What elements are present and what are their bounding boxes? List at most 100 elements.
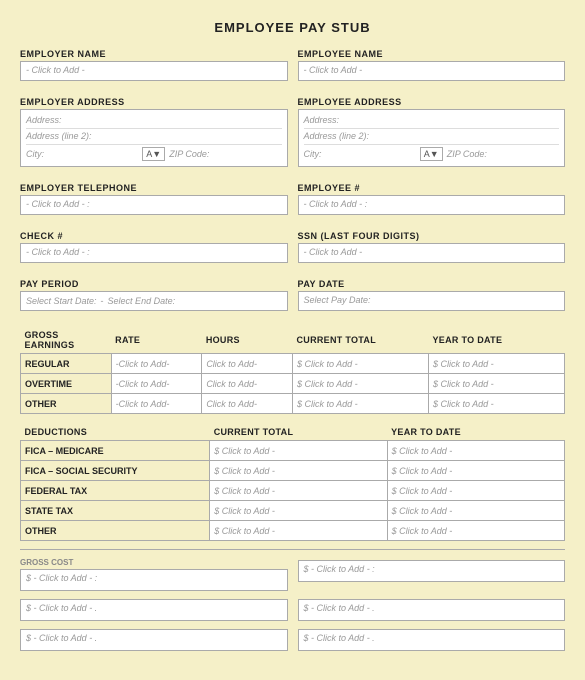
ded-current-cell[interactable]: $ Click to Add -: [210, 461, 387, 481]
employee-address-group: EMPLOYEE ADDRESS Address: Address (line …: [298, 97, 566, 167]
gross-earnings-header: GROSS EARNINGS: [21, 327, 112, 354]
pay-period-group: PAY PERIOD Select Start Date: - Select E…: [20, 279, 288, 311]
page-title: EMPLOYEE PAY STUB: [20, 20, 565, 35]
totals-row-1: GROSS COST $ - Click to Add - : $ - Clic…: [20, 558, 565, 591]
employee-city-zip: City: A ▼ ZIP Code:: [304, 145, 560, 163]
employee-number-label: EMPLOYEE #: [298, 183, 566, 193]
gross-rate-cell[interactable]: -Click to Add-: [111, 354, 202, 374]
employer-name-group: EMPLOYER NAME - Click to Add -: [20, 49, 288, 81]
gross-row-label: OTHER: [21, 394, 112, 414]
totals-section: GROSS COST $ - Click to Add - : $ - Clic…: [20, 549, 565, 651]
ytd-header: YEAR TO DATE: [428, 327, 564, 354]
gross-rate-cell[interactable]: -Click to Add-: [111, 374, 202, 394]
net-pay-right: $ - Click to Add - .: [298, 599, 566, 621]
ssn-label: SSN (LAST FOUR DIGITS): [298, 231, 566, 241]
gross-current-cell[interactable]: $ Click to Add -: [292, 374, 428, 394]
employer-address-line2[interactable]: Address (line 2):: [26, 129, 282, 145]
gross-earnings-row: OVERTIME -Click to Add- Click to Add- $ …: [21, 374, 565, 394]
employer-city-zip: City: A ▼ ZIP Code:: [26, 145, 282, 163]
employer-state-select[interactable]: A ▼: [142, 147, 165, 161]
deductions-section: DEDUCTIONS CURRENT TOTAL YEAR TO DATE FI…: [20, 424, 565, 541]
ded-ytd-cell[interactable]: $ Click to Add -: [387, 461, 564, 481]
ytd-total-val-left[interactable]: $ - Click to Add - .: [20, 629, 288, 651]
ytd-total-right: $ - Click to Add - .: [298, 629, 566, 651]
totals-row-3: $ - Click to Add - . $ - Click to Add - …: [20, 629, 565, 651]
employee-number-input[interactable]: - Click to Add - :: [298, 195, 566, 215]
ded-current-cell[interactable]: $ Click to Add -: [210, 521, 387, 541]
ded-row-label: OTHER: [21, 521, 210, 541]
gross-current-cell[interactable]: $ Click to Add -: [292, 394, 428, 414]
ytd-total-val-right[interactable]: $ - Click to Add - .: [298, 629, 566, 651]
employer-telephone-input[interactable]: - Click to Add - :: [20, 195, 288, 215]
net-pay-val-left[interactable]: $ - Click to Add - .: [20, 599, 288, 621]
pay-period-start[interactable]: Select Start Date:: [26, 296, 97, 306]
gross-earnings-table: GROSS EARNINGS RATE HOURS CURRENT TOTAL …: [20, 327, 565, 414]
ded-current-cell[interactable]: $ Click to Add -: [210, 481, 387, 501]
employer-address-line1[interactable]: Address:: [26, 113, 282, 129]
gross-row-label: OVERTIME: [21, 374, 112, 394]
deductions-ytd-header: YEAR TO DATE: [387, 424, 564, 441]
totals-row-2: $ - Click to Add - . $ - Click to Add - …: [20, 599, 565, 621]
employee-address-box: Address: Address (line 2): City: A ▼ ZIP…: [298, 109, 566, 167]
divider-1: [20, 549, 565, 550]
gross-row-label: REGULAR: [21, 354, 112, 374]
gross-earnings-row: REGULAR -Click to Add- Click to Add- $ C…: [21, 354, 565, 374]
employer-name-label: EMPLOYER NAME: [20, 49, 288, 59]
employer-address-box: Address: Address (line 2): City: A ▼ ZIP…: [20, 109, 288, 167]
ded-ytd-cell[interactable]: $ Click to Add -: [387, 501, 564, 521]
ded-current-cell[interactable]: $ Click to Add -: [210, 441, 387, 461]
employer-name-input[interactable]: - Click to Add -: [20, 61, 288, 81]
employer-zip-label[interactable]: ZIP Code:: [169, 149, 281, 159]
pay-date-group: PAY DATE Select Pay Date:: [298, 279, 566, 311]
gross-earnings-row: OTHER -Click to Add- Click to Add- $ Cli…: [21, 394, 565, 414]
gross-total-val-left[interactable]: $ - Click to Add - :: [20, 569, 288, 591]
gross-earnings-section: GROSS EARNINGS RATE HOURS CURRENT TOTAL …: [20, 327, 565, 414]
current-total-header: CURRENT TOTAL: [292, 327, 428, 354]
gross-hours-cell[interactable]: Click to Add-: [202, 354, 293, 374]
gross-total-label: GROSS COST: [20, 558, 288, 567]
ded-ytd-cell[interactable]: $ Click to Add -: [387, 521, 564, 541]
employee-number-group: EMPLOYEE # - Click to Add - :: [298, 183, 566, 215]
employer-telephone-label: EMPLOYER TELEPHONE: [20, 183, 288, 193]
employee-city-label[interactable]: City:: [304, 149, 416, 159]
check-number-input[interactable]: - Click to Add - :: [20, 243, 288, 263]
deductions-row: FEDERAL TAX $ Click to Add - $ Click to …: [21, 481, 565, 501]
pay-date-input[interactable]: Select Pay Date:: [298, 291, 566, 311]
employer-city-label[interactable]: City:: [26, 149, 138, 159]
gross-hours-cell[interactable]: Click to Add-: [202, 374, 293, 394]
ssn-group: SSN (LAST FOUR DIGITS) - Click to Add -: [298, 231, 566, 263]
employee-name-group: EMPLOYEE NAME - Click to Add -: [298, 49, 566, 81]
gross-total-right: $ - Click to Add - :: [298, 558, 566, 591]
deductions-table: DEDUCTIONS CURRENT TOTAL YEAR TO DATE FI…: [20, 424, 565, 541]
ded-ytd-cell[interactable]: $ Click to Add -: [387, 441, 564, 461]
pay-date-label: PAY DATE: [298, 279, 566, 289]
rate-header: RATE: [111, 327, 202, 354]
employee-state-arrow: ▼: [430, 149, 439, 159]
employee-address-line1[interactable]: Address:: [304, 113, 560, 129]
ytd-total-left: $ - Click to Add - .: [20, 629, 288, 651]
gross-ytd-cell[interactable]: $ Click to Add -: [428, 354, 564, 374]
ded-ytd-cell[interactable]: $ Click to Add -: [387, 481, 564, 501]
ssn-input[interactable]: - Click to Add -: [298, 243, 566, 263]
gross-rate-cell[interactable]: -Click to Add-: [111, 394, 202, 414]
employee-name-label: EMPLOYEE NAME: [298, 49, 566, 59]
employee-state-select[interactable]: A ▼: [420, 147, 443, 161]
net-pay-left: $ - Click to Add - .: [20, 599, 288, 621]
deductions-header: DEDUCTIONS: [21, 424, 210, 441]
employee-address-line2[interactable]: Address (line 2):: [304, 129, 560, 145]
ded-row-label: FICA – MEDICARE: [21, 441, 210, 461]
pay-period-end[interactable]: Select End Date:: [108, 296, 176, 306]
net-pay-val-right[interactable]: $ - Click to Add - .: [298, 599, 566, 621]
employer-address-label: EMPLOYER ADDRESS: [20, 97, 288, 107]
ded-row-label: FICA – SOCIAL SECURITY: [21, 461, 210, 481]
gross-ytd-cell[interactable]: $ Click to Add -: [428, 394, 564, 414]
gross-current-cell[interactable]: $ Click to Add -: [292, 354, 428, 374]
employee-zip-label[interactable]: ZIP Code:: [447, 149, 559, 159]
gross-hours-cell[interactable]: Click to Add-: [202, 394, 293, 414]
ded-current-cell[interactable]: $ Click to Add -: [210, 501, 387, 521]
employer-state-arrow: ▼: [152, 149, 161, 159]
gross-ytd-cell[interactable]: $ Click to Add -: [428, 374, 564, 394]
gross-total-val-right[interactable]: $ - Click to Add - :: [298, 560, 566, 582]
employee-name-input[interactable]: - Click to Add -: [298, 61, 566, 81]
employer-telephone-group: EMPLOYER TELEPHONE - Click to Add - :: [20, 183, 288, 215]
